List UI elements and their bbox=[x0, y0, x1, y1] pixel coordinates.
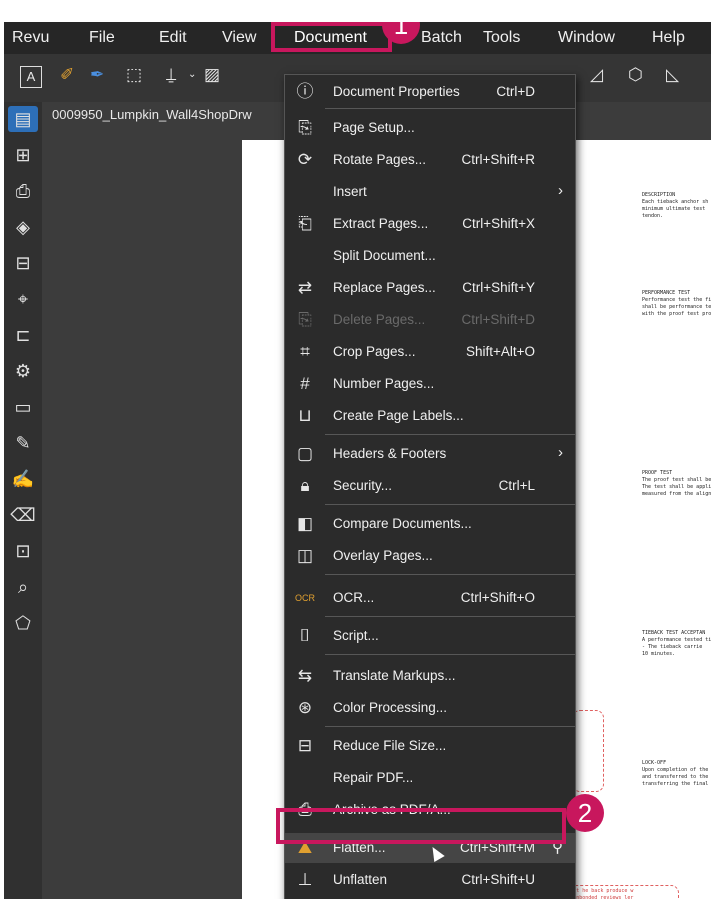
stamp-icon[interactable]: ⍊ bbox=[166, 65, 176, 85]
script-icon: ⌷ bbox=[299, 626, 311, 645]
highlight-document-menu bbox=[271, 22, 392, 52]
sets-icon[interactable]: ⊡ bbox=[8, 538, 38, 564]
menu-item-delete-pages: ⎘ Delete Pages... Ctrl+Shift+D bbox=[285, 305, 575, 335]
extract-pages-icon: ⎗ bbox=[298, 214, 312, 233]
menu-item-reduce-file-size[interactable]: ⊟ Reduce File Size... bbox=[285, 731, 575, 761]
chevron-down-icon[interactable]: ⌄ bbox=[188, 69, 196, 80]
menu-edit[interactable]: Edit bbox=[159, 29, 187, 47]
highlighter-icon[interactable]: ✐ bbox=[60, 65, 74, 85]
rotate-pages-icon: ⟳ bbox=[297, 150, 313, 169]
text-box-icon[interactable]: A bbox=[20, 66, 42, 88]
menu-item-color-processing[interactable]: ⊛ Color Processing... bbox=[285, 693, 575, 723]
polygon-icon[interactable]: ◿ bbox=[590, 65, 603, 85]
places-icon[interactable]: ⌖ bbox=[8, 286, 38, 312]
document-tab[interactable]: 0009950_Lumpkin_Wall4ShopDrw bbox=[52, 107, 252, 122]
doc-text-a: DESCRIPTION Each tieback anchor sh minim… bbox=[642, 192, 709, 219]
step-2-badge: 2 bbox=[566, 794, 604, 832]
menu-separator bbox=[325, 616, 575, 617]
highlight-flatten bbox=[276, 808, 566, 844]
chevron-right-icon: › bbox=[558, 444, 563, 461]
menu-item-translate-markups[interactable]: ⇆ Translate Markups... bbox=[285, 661, 575, 691]
thumbnails-icon[interactable]: ⊞ bbox=[8, 142, 38, 168]
compare-icon: ◧ bbox=[296, 514, 314, 533]
menu-item-replace-pages[interactable]: ⇄ Replace Pages... Ctrl+Shift+Y bbox=[285, 273, 575, 303]
menu-item-security[interactable]: 🔒︎ Security... Ctrl+L bbox=[285, 471, 575, 501]
menu-batch[interactable]: Batch bbox=[421, 29, 462, 47]
menu-item-page-setup[interactable]: ⎘ Page Setup... bbox=[285, 113, 575, 143]
markups-list-icon[interactable]: ✎ bbox=[8, 430, 38, 456]
lock-icon: 🔒︎ bbox=[300, 476, 310, 495]
menu-item-script[interactable]: ⌷ Script... bbox=[285, 621, 575, 651]
measurements-icon[interactable]: ▭ bbox=[8, 394, 38, 420]
translate-icon: ⇆ bbox=[297, 666, 313, 685]
bookmarks-icon[interactable]: ⎙ bbox=[8, 178, 38, 204]
revision-cloud bbox=[572, 710, 604, 792]
toolchest-icon[interactable]: ⊟ bbox=[8, 250, 38, 276]
layers-icon[interactable]: ◈ bbox=[8, 214, 38, 240]
page-labels-icon: ⊔ bbox=[298, 406, 312, 425]
pen-icon[interactable]: ✒ bbox=[90, 65, 104, 85]
menu-help[interactable]: Help bbox=[652, 29, 685, 47]
menu-item-headers-footers[interactable]: ▢ Headers & Footers › bbox=[285, 439, 575, 469]
revu-window: Revu File Edit View Document Batch Tools… bbox=[4, 22, 711, 899]
menu-item-insert[interactable]: Insert › bbox=[285, 177, 575, 207]
search-icon[interactable]: ⌕ bbox=[8, 574, 38, 600]
menu-separator bbox=[325, 654, 575, 655]
number-pages-icon: # bbox=[300, 374, 310, 393]
menu-item-ocr[interactable]: OCR OCR... Ctrl+Shift+O bbox=[285, 583, 575, 613]
studio-icon[interactable]: ⬠ bbox=[8, 610, 38, 636]
properties-icon[interactable]: ▤ bbox=[8, 106, 38, 132]
menu-item-split-document[interactable]: Split Document... bbox=[285, 241, 575, 271]
doc-text-b: PERFORMANCE TEST Performance test the fi… bbox=[642, 290, 711, 317]
doc-text-d: TIEBACK TEST ACCEPTAN A performance test… bbox=[642, 630, 711, 657]
document-menu: ⓘ Document Properties Ctrl+D ⎘ Page Setu… bbox=[284, 74, 576, 899]
3d-box-icon[interactable]: ⬡ bbox=[628, 65, 643, 85]
menu-window[interactable]: Window bbox=[558, 29, 615, 47]
doc-text-e: LOCK-OFF Upon completion of the and tran… bbox=[642, 760, 709, 787]
menu-item-create-page-labels[interactable]: ⊔ Create Page Labels... bbox=[285, 401, 575, 431]
menu-item-overlay-pages[interactable]: ◫ Overlay Pages... bbox=[285, 541, 575, 571]
chevron-right-icon: › bbox=[558, 182, 563, 199]
menu-separator bbox=[325, 726, 575, 727]
tag-icon[interactable]: ⌫ bbox=[8, 502, 38, 528]
settings-gear-icon[interactable]: ⚙ bbox=[8, 358, 38, 384]
delete-pages-icon: ⎘ bbox=[298, 310, 312, 329]
signatures-icon[interactable]: ✍ bbox=[8, 466, 38, 492]
page-setup-icon: ⎘ bbox=[298, 118, 312, 137]
left-panel-bar: ▤ ⊞ ⎙ ◈ ⊟ ⌖ ⊏ ⚙ ▭ ✎ ✍ ⌫ ⊡ ⌕ ⬠ bbox=[4, 102, 42, 899]
menu-file[interactable]: File bbox=[89, 29, 115, 47]
crop-icon: ⌗ bbox=[300, 342, 310, 361]
doc-text-c: PROOF TEST The proof test shall be The t… bbox=[642, 470, 711, 497]
menu-view[interactable]: View bbox=[222, 29, 256, 47]
area-icon[interactable]: ◺ bbox=[666, 65, 679, 85]
image-icon[interactable]: ▨ bbox=[204, 65, 220, 85]
menu-separator bbox=[325, 504, 575, 505]
unflatten-icon: ⊥ bbox=[297, 870, 313, 889]
menu-revu[interactable]: Revu bbox=[12, 29, 49, 47]
headers-footers-icon: ▢ bbox=[296, 444, 314, 463]
menu-item-unflatten[interactable]: ⊥ Unflatten Ctrl+Shift+U bbox=[285, 865, 575, 895]
menu-item-extract-pages[interactable]: ⎗ Extract Pages... Ctrl+Shift+X bbox=[285, 209, 575, 239]
menu-separator bbox=[325, 108, 575, 109]
menu-item-number-pages[interactable]: # Number Pages... bbox=[285, 369, 575, 399]
menu-separator bbox=[325, 434, 575, 435]
menu-item-crop-pages[interactable]: ⌗ Crop Pages... Shift+Alt+O bbox=[285, 337, 575, 367]
color-processing-icon: ⊛ bbox=[297, 698, 313, 717]
replace-pages-icon: ⇄ bbox=[297, 278, 313, 297]
reduce-size-icon: ⊟ bbox=[297, 736, 313, 755]
callout-icon[interactable]: ⬚ bbox=[126, 65, 142, 85]
menu-item-rotate-pages[interactable]: ⟳ Rotate Pages... Ctrl+Shift+R bbox=[285, 145, 575, 175]
menu-item-document-properties[interactable]: ⓘ Document Properties Ctrl+D bbox=[285, 77, 575, 107]
info-icon: ⓘ bbox=[296, 82, 314, 101]
menu-item-compare-documents[interactable]: ◧ Compare Documents... bbox=[285, 509, 575, 539]
ocr-icon: OCR bbox=[295, 593, 315, 603]
menu-tools[interactable]: Tools bbox=[483, 29, 520, 47]
menu-item-repair-pdf[interactable]: Repair PDF... bbox=[285, 763, 575, 793]
menu-separator bbox=[325, 574, 575, 575]
spaces-icon[interactable]: ⊏ bbox=[8, 322, 38, 348]
overlay-icon: ◫ bbox=[296, 546, 314, 565]
